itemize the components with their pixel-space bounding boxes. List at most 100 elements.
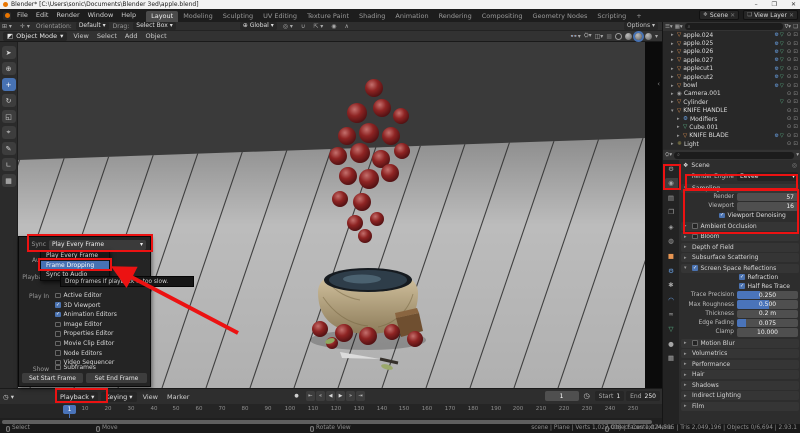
hide-viewport-eye-icon[interactable]: ⊙ <box>787 41 792 47</box>
shading-rendered-icon[interactable] <box>644 32 652 40</box>
disable-render-camera-icon[interactable]: ⊡ <box>793 57 798 63</box>
outliner-row[interactable]: ▸ ▽ apple.027 ⚙ ▽ ⊙ ⊡ <box>663 56 800 64</box>
disable-render-camera-icon[interactable]: ⊡ <box>793 141 798 147</box>
properties-editor-type-icon[interactable]: ⛭▾ <box>665 152 672 159</box>
hide-viewport-eye-icon[interactable]: ⊙ <box>787 49 792 55</box>
property-section-header[interactable]: ▸ Film <box>681 401 799 411</box>
hide-viewport-eye-icon[interactable]: ⊙ <box>787 83 792 89</box>
active-tool-icon[interactable]: ⊞ ▾ <box>0 23 14 30</box>
property-section-header[interactable]: ▸ Subsurface Scattering <box>681 253 799 263</box>
viewport-menu-item[interactable]: Add <box>121 32 142 40</box>
timeline-marker-menu[interactable]: Marker <box>164 393 192 401</box>
render-engine-dropdown[interactable]: Eevee ▾ <box>737 172 798 181</box>
properties-tab[interactable]: ✱ <box>665 280 678 291</box>
properties-tab[interactable]: ◍ <box>665 236 678 247</box>
transport-button[interactable]: ◀ <box>326 391 335 401</box>
properties-tab[interactable]: ● <box>665 338 678 349</box>
outliner-row[interactable]: ▸ ☼ Light ⚙ ▽ ⊙ ⊡ <box>663 140 800 148</box>
hide-viewport-eye-icon[interactable]: ⊙ <box>787 116 792 122</box>
set-frame-button[interactable]: Set End Frame <box>86 373 147 383</box>
play-in-checkbox[interactable] <box>55 340 61 347</box>
workspace-tab[interactable]: Modeling <box>178 11 218 22</box>
outliner-filter-icon[interactable]: ∇▾ <box>785 24 791 30</box>
play-in-checkbox[interactable] <box>55 321 61 328</box>
tool-button[interactable]: ↻ <box>1 94 16 107</box>
visibility-dropdown-icon[interactable]: 👓▾ <box>570 33 580 40</box>
property-section-header[interactable]: ▸ Indirect Lighting <box>681 391 799 401</box>
tool-button[interactable]: ➤ <box>1 46 16 59</box>
hide-viewport-eye-icon[interactable]: ⊙ <box>787 133 792 139</box>
outliner-new-collection-icon[interactable]: ❏ <box>793 24 798 30</box>
mesh-data-icon[interactable]: ▽ <box>780 32 784 38</box>
transport-button[interactable]: » <box>346 391 355 401</box>
hide-viewport-eye-icon[interactable]: ⊙ <box>787 124 792 130</box>
hide-viewport-eye-icon[interactable]: ⊙ <box>787 74 792 80</box>
play-in-checkbox[interactable] <box>55 292 61 299</box>
pivot-point-icon[interactable]: ◎ ▾ <box>281 23 295 30</box>
viewport-samples-field[interactable]: 16 <box>737 202 798 211</box>
properties-tab[interactable]: ❐ <box>665 207 678 218</box>
disable-render-camera-icon[interactable]: ⊡ <box>793 41 798 47</box>
orientation-dropdown[interactable]: Default ▾ <box>75 22 109 30</box>
properties-tab[interactable]: ∞ <box>665 309 678 320</box>
blender-menu-icon[interactable] <box>3 11 11 20</box>
scene-unlink-icon[interactable]: ✕ <box>730 12 735 19</box>
snap-magnet-icon[interactable]: ∪ <box>299 23 307 30</box>
outliner-row[interactable]: ▸ ▽ Cylinder ⚙ ▽ ⊙ ⊡ <box>663 98 800 106</box>
pin-icon[interactable]: ◎ <box>792 162 797 169</box>
outliner-row[interactable]: ▸ ⚙ Modifiers ⚙ ▽ ⊙ ⊡ <box>663 115 800 123</box>
outliner-collection-icon[interactable]: ▦▾ <box>675 24 683 30</box>
play-in-checkbox[interactable] <box>55 350 61 356</box>
disable-render-camera-icon[interactable]: ⊡ <box>793 99 798 105</box>
workspace-tab[interactable]: Texture Paint <box>302 11 354 22</box>
mesh-data-icon[interactable]: ▽ <box>780 41 784 47</box>
transport-button[interactable]: ▶ <box>336 391 345 401</box>
mode-dropdown[interactable]: ◩ Object Mode ▾ <box>3 31 68 41</box>
properties-search-input[interactable]: ⌕ <box>674 151 795 159</box>
close-button[interactable]: ✕ <box>791 0 796 9</box>
hide-viewport-eye-icon[interactable]: ⊙ <box>787 99 792 105</box>
ssr-check-row[interactable]: Refraction <box>679 273 800 282</box>
viewport-denoising-checkbox[interactable] <box>719 212 725 219</box>
subframes-option[interactable]: Subframes <box>55 364 96 371</box>
play-in-option[interactable]: Active Editor <box>55 292 117 299</box>
workspace-tab[interactable]: Shading <box>354 11 390 22</box>
play-in-option[interactable]: Movie Clip Editor <box>55 340 117 347</box>
tool-button[interactable]: + <box>1 78 16 91</box>
menu-item[interactable]: Edit <box>32 9 53 22</box>
ssr-check-checkbox[interactable] <box>739 274 745 280</box>
properties-tab[interactable]: ⚙ <box>665 163 678 174</box>
transport-button[interactable]: « <box>316 391 325 401</box>
playhead[interactable]: 1 <box>63 405 76 414</box>
menu-item[interactable]: Help <box>117 9 140 22</box>
properties-tab[interactable]: ▦ <box>665 353 678 364</box>
shading-solid-icon[interactable] <box>624 32 632 40</box>
play-in-checkbox[interactable] <box>55 331 61 337</box>
workspace-tab[interactable]: + <box>631 11 646 22</box>
section-checkbox[interactable] <box>692 223 698 229</box>
disable-render-camera-icon[interactable]: ⊡ <box>793 108 798 114</box>
tool-button[interactable]: ⊕ <box>1 62 16 75</box>
shading-dropdown-icon[interactable]: ▾ <box>655 33 658 40</box>
disable-render-camera-icon[interactable]: ⊡ <box>793 66 798 72</box>
start-frame-field[interactable]: Start 1 <box>594 391 625 401</box>
properties-filter-icon[interactable]: ▾ <box>796 152 799 158</box>
proportional-falloff-icon[interactable]: ∧ <box>343 23 351 30</box>
section-checkbox[interactable] <box>692 233 698 240</box>
viewport-menu-item[interactable]: Object <box>141 32 170 40</box>
workspace-tab[interactable]: Layout <box>146 11 179 22</box>
modifier-wrench-icon[interactable]: ⚙ <box>774 41 778 47</box>
timeline-editor-type-icon[interactable]: ◷ ▾ <box>0 393 17 401</box>
viewlayer-unlink-icon[interactable]: ✕ <box>789 12 794 19</box>
snapping-dropdown-icon[interactable]: ⇱ ▾ <box>311 23 325 30</box>
transport-button[interactable]: ⇤ <box>306 391 315 401</box>
play-in-option[interactable]: Node Editors <box>55 350 117 357</box>
menu-item[interactable]: Window <box>84 9 118 22</box>
outliner-row[interactable]: ▾ ▽ KNIFE HANDLE ⚙ ▽ ⊙ ⊡ <box>663 107 800 115</box>
outliner-row[interactable]: ▸ ◉ Camera.001 ⚙ ▽ ⊙ ⊡ <box>663 90 800 98</box>
disable-render-camera-icon[interactable]: ⊡ <box>793 133 798 139</box>
property-section-header[interactable]: ▸ Ambient Occlusion <box>681 221 799 231</box>
playback-dropdown[interactable]: Playback ▾ <box>56 391 99 402</box>
hide-viewport-eye-icon[interactable]: ⊙ <box>787 91 792 97</box>
slider-field[interactable]: 0.075 <box>737 318 798 328</box>
